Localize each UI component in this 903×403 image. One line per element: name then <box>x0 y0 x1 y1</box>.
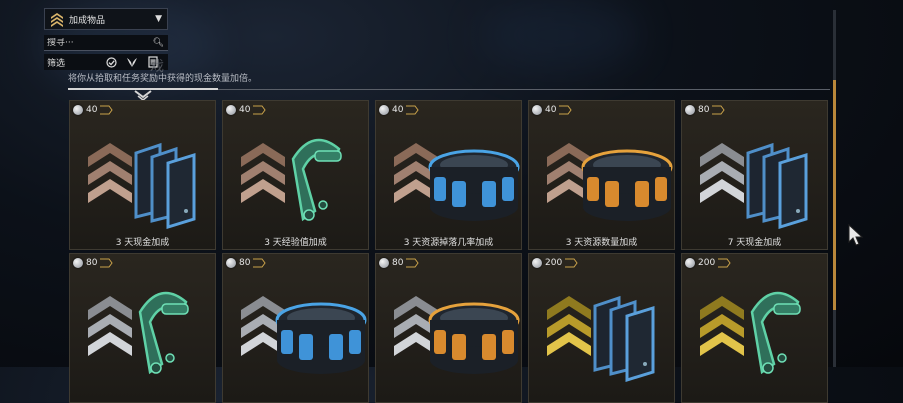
platinum-icon <box>226 258 236 268</box>
affinity-booster-art <box>88 291 189 375</box>
price-tail-icon <box>712 105 726 115</box>
checkmark-circle-icon[interactable] <box>105 56 118 68</box>
store-item-card[interactable]: 200 <box>528 253 675 403</box>
store-item-card[interactable]: 40 3 天现金加成 <box>69 100 216 250</box>
price-tail-icon <box>565 258 578 268</box>
price-tag: 200 <box>685 257 731 269</box>
platinum-icon <box>73 105 83 115</box>
price-tag: 40 <box>226 104 267 116</box>
store-item-card[interactable]: 80 <box>222 253 369 403</box>
item-name: 3 天资源数量加成 <box>565 238 638 248</box>
clan-emblem-icon[interactable] <box>126 56 139 68</box>
filter-label: 筛选 <box>47 58 66 69</box>
category-dropdown[interactable]: 加成物品 ▼ <box>44 8 168 30</box>
price-tag: 80 <box>379 257 420 269</box>
resource-chance-booster-art <box>394 143 520 221</box>
affinity-booster-art <box>241 138 342 222</box>
price-tail-icon <box>100 105 114 115</box>
section-description: 将你从拾取和任务奖励中获得的现金数量加倍。 <box>68 74 258 84</box>
price-tail-icon <box>253 105 267 115</box>
item-name: 7 天现金加成 <box>727 238 782 248</box>
price-tag: 40 <box>532 104 573 116</box>
price-tag: 80 <box>73 257 114 269</box>
platinum-icon <box>226 105 236 115</box>
price-value: 40 <box>392 105 404 115</box>
search-bar: 🔍︎ <box>44 35 168 51</box>
resource-booster-art <box>547 143 673 221</box>
resource-chance-booster-art <box>241 296 367 374</box>
scrollbar-thumb[interactable] <box>833 80 836 310</box>
price-value: 80 <box>86 258 98 268</box>
mouse-cursor-icon <box>848 224 864 246</box>
resource-booster-art <box>394 296 520 374</box>
credit-booster-art <box>88 142 196 229</box>
platinum-icon <box>685 258 695 268</box>
price-value: 40 <box>239 105 251 115</box>
price-value: 40 <box>545 105 557 115</box>
item-name: 3 天资源掉落几率加成 <box>403 238 494 248</box>
platinum-icon <box>685 105 695 115</box>
price-tag: 200 <box>532 257 578 269</box>
price-value: 80 <box>698 105 710 115</box>
price-value: 80 <box>392 258 404 268</box>
price-value: 40 <box>86 105 98 115</box>
store-item-card[interactable]: 40 3 天资源数量加成 <box>528 100 675 250</box>
store-item-card[interactable]: 80 7 天现金加成 <box>681 100 828 250</box>
search-input[interactable] <box>44 37 150 48</box>
item-name: 3 天现金加成 <box>115 238 170 248</box>
credit-booster-art <box>700 142 808 229</box>
category-dropdown-label: 加成物品 <box>69 15 106 26</box>
item-name: 3 天经验值加成 <box>264 238 327 248</box>
platinum-icon <box>73 258 83 268</box>
price-tag: 40 <box>379 104 420 116</box>
price-tag: 80 <box>685 104 726 116</box>
price-tag: 40 <box>73 104 114 116</box>
platinum-icon <box>379 258 389 268</box>
store-item-card[interactable]: 40 3 天资源掉落几率加成 <box>375 100 522 250</box>
price-tail-icon <box>406 105 420 115</box>
rank-chevrons-icon <box>45 9 69 29</box>
platinum-icon <box>532 258 542 268</box>
price-tag: 80 <box>226 257 267 269</box>
search-icon[interactable]: 🔍︎ <box>153 38 168 48</box>
chevron-down-icon: ▼ <box>155 14 162 24</box>
price-tail-icon <box>100 258 114 268</box>
platinum-icon <box>379 105 389 115</box>
price-tail-icon <box>253 258 267 268</box>
price-tail-icon <box>718 258 731 268</box>
store-item-card[interactable]: 80 <box>375 253 522 403</box>
price-value: 200 <box>545 258 563 268</box>
affinity-booster-art <box>700 291 801 375</box>
scrollbar[interactable] <box>833 10 836 367</box>
credit-booster-art <box>547 295 655 382</box>
store-item-card[interactable]: 40 3 天经验值加成 <box>222 100 369 250</box>
store-item-card[interactable]: 80 <box>69 253 216 403</box>
price-value: 200 <box>698 258 716 268</box>
price-value: 80 <box>239 258 251 268</box>
price-tail-icon <box>406 258 420 268</box>
price-tail-icon <box>559 105 573 115</box>
store-item-card[interactable]: 200 <box>681 253 828 403</box>
platinum-icon <box>532 105 542 115</box>
